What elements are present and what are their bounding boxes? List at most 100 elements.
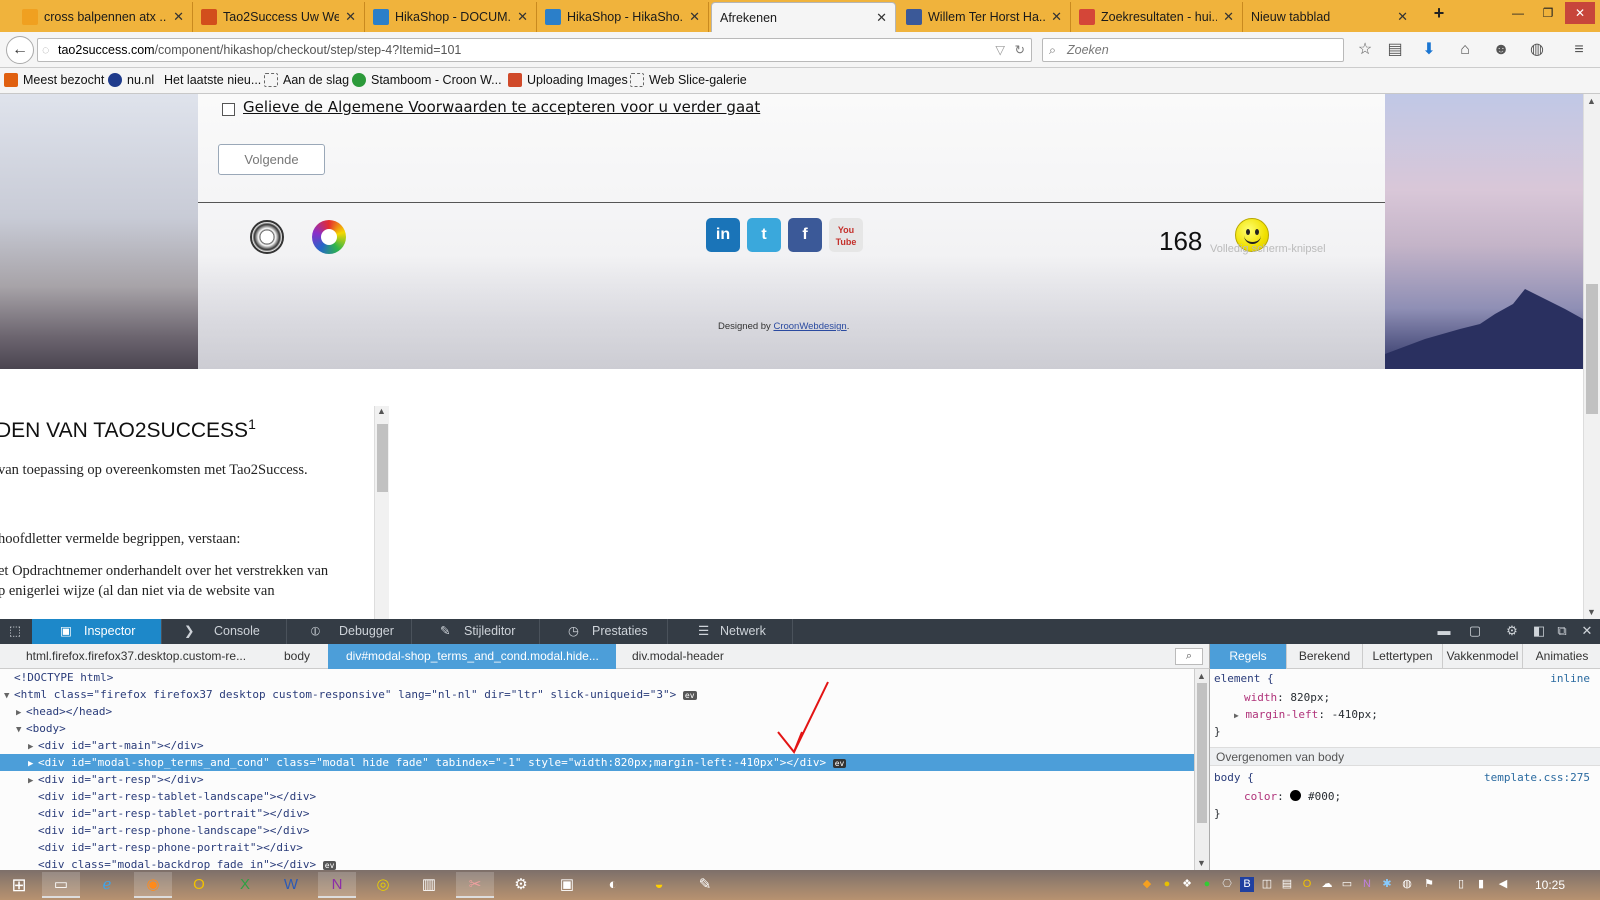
sync-icon[interactable]: ◍ [1526, 40, 1548, 60]
tab-afrekenen[interactable]: Afrekenen ✕ [711, 2, 896, 32]
inline-source[interactable]: inline [1550, 672, 1590, 685]
snipping-tool-icon[interactable]: ✂ [456, 872, 494, 898]
close-tab-icon[interactable]: ✕ [689, 9, 700, 25]
restore-button[interactable]: ❐ [1533, 2, 1563, 24]
css-declaration[interactable]: ▶ margin-left: -410px; [1234, 708, 1378, 721]
scroll-down-arrow-icon[interactable]: ▼ [1587, 607, 1596, 617]
undock-icon[interactable]: ⧉ [1553, 623, 1571, 639]
linkedin-icon[interactable]: in [706, 218, 740, 252]
scroll-up-arrow-icon[interactable]: ▲ [1587, 96, 1596, 106]
tab-zoekresultaten[interactable]: Zoekresultaten - hui... ✕ [1071, 2, 1243, 32]
bluetooth-icon[interactable]: ✱ [1380, 877, 1394, 892]
markup-scrollbar-thumb[interactable] [1197, 683, 1207, 823]
reload-icon[interactable]: ↻ [1015, 39, 1025, 61]
tab-cross-balpennen[interactable]: cross balpennen atx ... ✕ [14, 2, 193, 32]
download-icon[interactable]: ⬇ [1418, 40, 1440, 60]
globe-tray-icon[interactable]: ◍ [1400, 877, 1414, 892]
event-badge[interactable]: ev [322, 861, 337, 870]
network-app-icon[interactable]: ⚙ [502, 872, 540, 898]
close-tab-icon[interactable]: ✕ [1397, 9, 1408, 25]
chrome-icon[interactable]: ◎ [364, 872, 402, 898]
signal-icon[interactable]: ▮ [1474, 877, 1488, 892]
close-tab-icon[interactable]: ✕ [173, 9, 184, 25]
app-icon[interactable]: ◒ [640, 872, 678, 898]
breadcrumb-item[interactable]: body [276, 644, 326, 669]
volume-icon[interactable]: ◀ [1496, 877, 1510, 892]
close-tab-icon[interactable]: ✕ [876, 10, 887, 26]
markup-line-selected[interactable]: ▶ <div id="modal-shop_terms_and_cond" cla… [0, 754, 1194, 771]
word-icon[interactable]: W [272, 872, 310, 898]
scroll-up-arrow-icon[interactable]: ▲ [1197, 671, 1206, 681]
youtube-icon[interactable]: You Tube [829, 218, 863, 252]
markup-line[interactable]: ▶ <div id="art-main"></div> [0, 737, 1194, 754]
event-badge[interactable]: ev [682, 691, 697, 700]
page-scrollbar[interactable]: ▲ ▼ [1583, 94, 1600, 619]
cloud-icon[interactable]: ☁ [1320, 877, 1334, 892]
tray-icon[interactable]: ⎔ [1220, 877, 1234, 892]
outlook-icon[interactable]: O [180, 872, 218, 898]
tab-berekend[interactable]: Berekend [1287, 644, 1363, 669]
firefox-icon[interactable]: ◉ [134, 872, 172, 898]
tab-willem-ter-horst[interactable]: Willem Ter Horst Ha... ✕ [898, 2, 1071, 32]
croonwebdesign-link[interactable]: CroonWebdesign [773, 321, 846, 332]
bookmark-nu-nl[interactable]: nu.nl [108, 73, 154, 87]
bookmark-het-laatste-nieuws[interactable]: Het laatste nieu... [164, 73, 261, 87]
tray-icon[interactable]: ● [1200, 877, 1214, 892]
tab-stijleditor[interactable]: ✎ Stijleditor [412, 619, 540, 644]
css-declaration[interactable]: color: #000; [1244, 790, 1341, 803]
bookmark-meest-bezocht[interactable]: Meest bezocht [4, 73, 104, 87]
dock-side-icon[interactable]: ◧ [1530, 623, 1548, 639]
settings-gear-icon[interactable]: ⚙ [1503, 623, 1521, 639]
url-bar[interactable]: ◌ tao2success.com/component/hikashop/che… [37, 38, 1032, 62]
terms-link[interactable]: Gelieve de Algemene Voorwaarden te accep… [243, 98, 760, 116]
markup-line[interactable]: ▼ <html class="firefox firefox37 desktop … [0, 686, 1194, 703]
expand-triangle-icon[interactable]: ▶ [1234, 711, 1239, 720]
scroll-down-arrow-icon[interactable]: ▼ [1197, 858, 1206, 868]
menu-icon[interactable]: ≡ [1568, 40, 1590, 60]
tray-icon[interactable]: ◆ [1140, 877, 1154, 892]
markup-line[interactable]: <div id="art-resp-tablet-portrait"></div… [0, 805, 1194, 822]
markup-line[interactable]: <!DOCTYPE html> [0, 669, 1194, 686]
search-markup-icon[interactable]: ⌕ [1175, 648, 1203, 665]
outlook-tray-icon[interactable]: O [1300, 877, 1314, 892]
css-declaration[interactable]: width: 820px; [1244, 691, 1330, 704]
action-center-flag-icon[interactable]: ⚑ [1422, 877, 1436, 892]
tray-icon[interactable]: B [1240, 877, 1254, 892]
close-tab-icon[interactable]: ✕ [1223, 9, 1234, 25]
remote-desktop-icon[interactable]: ▣ [548, 872, 586, 898]
dropdown-arrow-icon[interactable]: ▽ [995, 39, 1005, 61]
clock[interactable]: 10:25 [1535, 870, 1565, 900]
tab-vakkenmodel[interactable]: Vakkenmodel [1443, 644, 1523, 669]
chrome-tray-icon[interactable]: ● [1160, 877, 1174, 892]
back-arrow-icon[interactable]: ← [6, 36, 34, 64]
home-icon[interactable]: ⌂ [1454, 40, 1476, 60]
close-window-button[interactable]: ✕ [1565, 2, 1595, 24]
markup-line[interactable]: <div id="art-resp-tablet-landscape"></di… [0, 788, 1194, 805]
bookmark-aan-de-slag[interactable]: Aan de slag [264, 73, 349, 87]
close-tab-icon[interactable]: ✕ [517, 9, 528, 25]
tray-icon[interactable]: ◫ [1260, 877, 1274, 892]
dropbox-icon[interactable]: ❖ [1180, 877, 1194, 892]
pick-element-icon[interactable]: ⬚ [6, 623, 24, 639]
minimize-button[interactable]: — [1503, 2, 1533, 24]
tray-icon[interactable]: ▤ [1280, 877, 1294, 892]
tab-hikashop-docs[interactable]: HikaShop - DOCUM... ✕ [365, 2, 537, 32]
tab-hikashop[interactable]: HikaShop - HikaSho... ✕ [537, 2, 709, 32]
bookmark-stamboom[interactable]: Stamboom - Croon W... [352, 73, 502, 87]
template-css-source[interactable]: template.css:275 [1484, 771, 1590, 784]
twitter-icon[interactable]: t [747, 218, 781, 252]
color-wheel-logo-icon[interactable] [312, 220, 346, 254]
markup-line[interactable]: ▶ <div id="art-resp"></div> [0, 771, 1194, 788]
markup-scrollbar[interactable]: ▲ ▼ [1194, 669, 1209, 870]
breadcrumb-item[interactable]: html.firefox.firefox37.desktop.custom-re… [18, 644, 263, 669]
onenote-icon[interactable]: N [318, 872, 356, 898]
excel-icon[interactable]: X [226, 872, 264, 898]
notepad-icon[interactable]: ▥ [410, 872, 448, 898]
new-tab-button[interactable]: + [1424, 2, 1454, 24]
tab-animaties[interactable]: Animaties [1523, 644, 1600, 669]
bookmark-web-slice-galerie[interactable]: Web Slice-galerie [630, 73, 747, 87]
tab-netwerk[interactable]: ☰ Netwerk [668, 619, 793, 644]
markup-line[interactable]: <div id="art-resp-phone-landscape"></div… [0, 822, 1194, 839]
tab-debugger[interactable]: ⦶ Debugger [287, 619, 412, 644]
close-devtools-icon[interactable]: ✕ [1578, 623, 1596, 639]
